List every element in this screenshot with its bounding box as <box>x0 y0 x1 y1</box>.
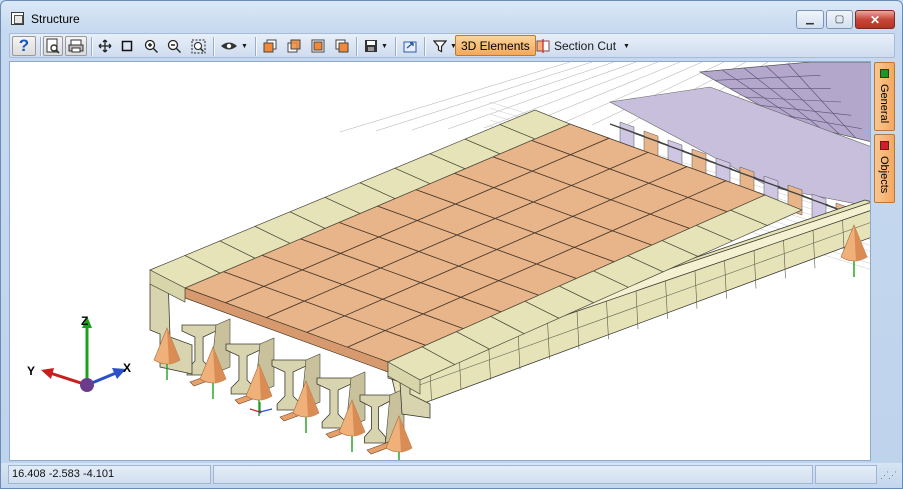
printer-icon <box>68 39 84 53</box>
view-dropdown-button[interactable]: ▼ <box>217 36 251 56</box>
help-icon: ? <box>18 36 30 55</box>
minimize-icon: ▁ <box>806 14 814 25</box>
zoom-out-button[interactable] <box>164 36 184 56</box>
axis-z-label: Z <box>81 314 88 328</box>
toolbar-separator <box>255 37 256 56</box>
close-button[interactable]: ✕ <box>855 10 895 29</box>
view-side-button[interactable] <box>283 36 305 56</box>
chevron-down-icon: ▼ <box>241 42 248 50</box>
section-cut-icon <box>536 39 550 53</box>
tab-objects[interactable]: Objects <box>874 134 895 203</box>
reset-view-button[interactable] <box>399 36 421 56</box>
status-bar: 16.408 -2.583 -4.101 ⋰⋰ <box>1 463 902 488</box>
zoom-out-icon <box>167 39 181 53</box>
status-panel-3 <box>815 465 877 484</box>
toolbar-separator <box>40 37 41 56</box>
structure-window: Structure ▁ ▢ ✕ ? ▼ ▼ ▼ 3D Elements Sect… <box>0 0 903 489</box>
toolbar-separator <box>356 37 357 56</box>
eye-icon <box>221 42 238 50</box>
floppy-disk-icon <box>365 40 378 52</box>
3d-elements-toggle[interactable]: 3D Elements <box>455 35 536 56</box>
view-cube-top-icon <box>311 39 325 53</box>
help-button[interactable]: ? <box>12 36 36 56</box>
view-iso-button[interactable] <box>331 36 353 56</box>
coordinate-readout: 16.408 -2.583 -4.101 <box>8 465 211 484</box>
zoom-extents-button[interactable] <box>187 36 209 56</box>
maximize-icon: ▢ <box>834 14 845 25</box>
mini-axes-indicator <box>249 402 273 414</box>
zoom-in-icon <box>144 39 158 53</box>
filter-funnel-icon <box>433 40 448 53</box>
view-cube-front-icon <box>263 39 277 53</box>
3d-viewport[interactable]: Z Y X <box>9 61 871 461</box>
close-icon: ✕ <box>869 12 881 27</box>
toolbar-separator <box>91 37 92 56</box>
bridge-3d-model[interactable]: Z Y X <box>10 62 871 461</box>
zoom-fit-icon <box>191 39 205 53</box>
tab-general-label: General <box>878 84 890 124</box>
reset-view-icon <box>403 41 416 53</box>
print-preview-icon <box>46 38 60 54</box>
window-icon <box>11 12 24 25</box>
view-cube-side-icon <box>287 39 301 53</box>
pan-button[interactable] <box>95 36 115 56</box>
status-panel-2 <box>213 465 813 484</box>
select-box-button[interactable] <box>117 36 137 56</box>
toolbar-separator <box>395 37 396 56</box>
axis-x-label: X <box>123 361 131 375</box>
window-title: Structure <box>31 12 80 26</box>
toolbar-separator <box>213 37 214 56</box>
print-preview-button[interactable] <box>43 36 63 56</box>
section-cut-dropdown[interactable]: Section Cut ▼ <box>531 36 635 56</box>
tab-general[interactable]: General <box>874 62 895 131</box>
3d-elements-label: 3D Elements <box>461 38 530 53</box>
toolbar: ? ▼ ▼ ▼ 3D Elements Section Cut ▼ <box>9 33 895 58</box>
coordinate-triad: Z Y X <box>27 314 131 392</box>
resize-grip-icon[interactable]: ⋰⋰ <box>880 470 897 481</box>
view-top-button[interactable] <box>307 36 329 56</box>
axis-y-label: Y <box>27 364 35 378</box>
general-status-icon <box>880 69 889 78</box>
toolbar-separator <box>424 37 425 56</box>
maximize-button[interactable]: ▢ <box>826 10 853 29</box>
minimize-button[interactable]: ▁ <box>796 10 824 29</box>
print-button[interactable] <box>65 36 87 56</box>
chevron-down-icon: ▼ <box>381 42 388 50</box>
objects-status-icon <box>880 141 889 150</box>
section-cut-label: Section Cut <box>554 39 617 53</box>
chevron-down-icon: ▼ <box>623 42 630 50</box>
square-icon <box>121 40 133 52</box>
save-dropdown-button[interactable]: ▼ <box>360 36 392 56</box>
view-front-button[interactable] <box>259 36 281 56</box>
zoom-in-button[interactable] <box>141 36 161 56</box>
view-cube-iso-icon <box>335 39 349 53</box>
tab-objects-label: Objects <box>878 156 890 194</box>
title-bar: Structure ▁ ▢ ✕ <box>1 1 902 31</box>
move-arrows-icon <box>98 39 112 53</box>
